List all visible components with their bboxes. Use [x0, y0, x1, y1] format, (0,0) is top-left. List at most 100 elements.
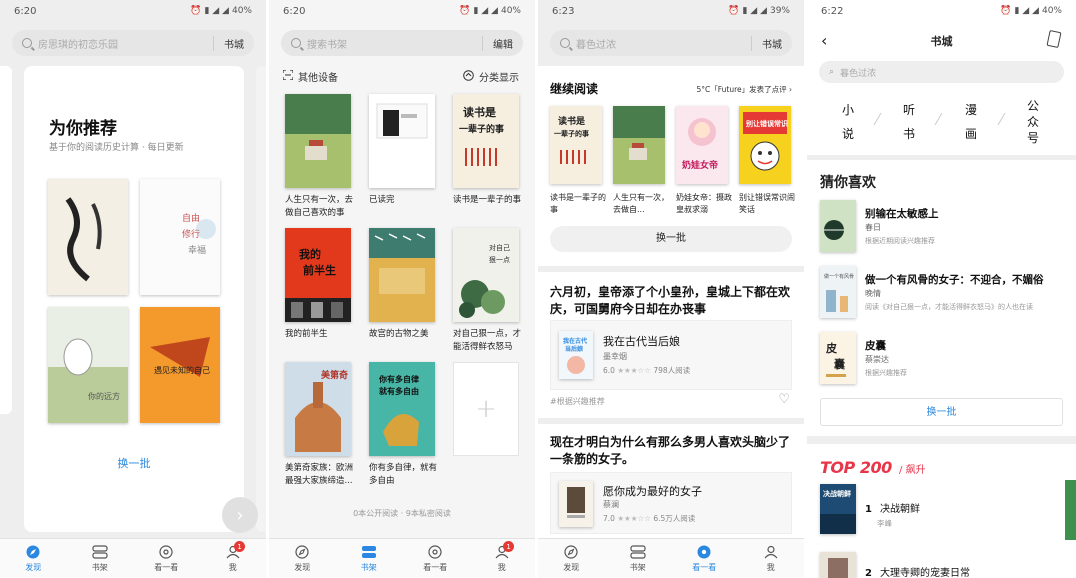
- discover-screen: 6:20 ⏰ ▮ ◢ ◢ 40% 房思琪的初恋乐园 书城 为你推荐 基于你的阅读…: [0, 0, 266, 578]
- top200-logo: TOP 200: [820, 458, 892, 477]
- book-cover: 我的 前半生: [285, 228, 351, 322]
- rating-stars: ★★★☆☆: [617, 366, 651, 375]
- shelf-footer-stats: 0本公开阅读 · 9本私密阅读: [353, 509, 451, 518]
- tab-bookshelf[interactable]: 书架: [67, 539, 134, 578]
- book-cover: [285, 94, 351, 188]
- tab-discover[interactable]: 发现: [269, 539, 336, 578]
- book-title: 我的前半生: [285, 329, 328, 339]
- refresh-button[interactable]: 换一批: [24, 455, 244, 471]
- story-book-card[interactable]: 愿你成为最好的女子 蔡澜 7.0 ★★★☆☆ 6.5万人阅读: [550, 472, 792, 534]
- category-display-button[interactable]: 分类显示: [463, 69, 519, 84]
- guess-item[interactable]: 别输在太敏感上 春日 根据近期阅读兴趣推荐: [807, 200, 1076, 258]
- tab-look[interactable]: 看一看: [402, 539, 469, 578]
- chevron-right-icon[interactable]: ›: [222, 497, 258, 533]
- search-placeholder: 暮色过浓: [840, 68, 877, 79]
- edge-peek: [1065, 480, 1076, 540]
- rating-value: 6.0: [603, 366, 615, 375]
- rank-number: 2: [865, 568, 872, 578]
- heart-icon[interactable]: ♡: [778, 392, 790, 407]
- book-title: 你有多自律，就有多自由: [369, 463, 438, 486]
- svg-text:自由: 自由: [182, 212, 200, 224]
- tab-bookshelf[interactable]: 书架: [605, 539, 672, 578]
- book-title: 别输在太敏感上: [865, 208, 939, 220]
- next-card-peek[interactable]: [256, 66, 266, 532]
- search-icon: [560, 38, 570, 48]
- story-excerpt: 现在才明白为什么有那么多男人喜欢头脑少了一条筋的女子。: [550, 435, 791, 466]
- comment-note[interactable]: 5°C「Future」发表了点评 ›: [696, 84, 792, 95]
- tab-me[interactable]: 我 1: [200, 539, 267, 578]
- book-cover[interactable]: 你的远方: [48, 307, 128, 423]
- other-devices-label: 其他设备: [298, 73, 338, 84]
- tab-discover[interactable]: 发现: [0, 539, 67, 578]
- svg-text:幸福: 幸福: [188, 244, 206, 256]
- previous-card-peek[interactable]: [0, 66, 12, 414]
- book-title: 故宫的古物之美: [369, 329, 429, 339]
- category-comic[interactable]: 漫画: [964, 98, 978, 146]
- story-card[interactable]: 现在才明白为什么有那么多男人喜欢头脑少了一条筋的女子。 愿你成为最好的女子 蔡澜…: [538, 424, 804, 538]
- tab-bar: 发现 书架 看一看 我: [538, 538, 804, 578]
- bookstore-screen: 6:22 ⏰ ▮ ◢ ◢ 40% ‹ 书城 ⌕ 暮色过浓 小说 听书 漫画 公众…: [807, 0, 1076, 578]
- search-bar[interactable]: 暮色过浓 书城: [550, 30, 792, 56]
- tab-label: 发现: [294, 563, 311, 572]
- bookstore-link[interactable]: 书城: [213, 35, 244, 51]
- bookshelf-icon: [92, 544, 108, 560]
- story-book-title: 我在古代当后娘: [603, 335, 680, 348]
- book-cover[interactable]: 自由 修行 幸福: [140, 179, 220, 295]
- bookstore-link[interactable]: 书城: [751, 35, 782, 51]
- tab-me[interactable]: 我: [738, 539, 805, 578]
- tab-look[interactable]: 看一看: [133, 539, 200, 578]
- svg-text:你的远方: 你的远方: [88, 391, 120, 401]
- bookshelf-screen: 6:20 ⏰ ▮ ◢ ◢ 40% 搜索书架 编辑 其他设备 分类显示 人生只有一…: [269, 0, 535, 578]
- rating-stars: ★★★☆☆: [617, 514, 651, 523]
- cover-art: 决战朝鲜: [820, 489, 856, 534]
- tab-bookshelf[interactable]: 书架: [336, 539, 403, 578]
- top200-panel: TOP 200 / 飙升 决战朝鲜 1 决战朝鲜 李峰 2 大理寺卿的宠妻日常: [807, 444, 1076, 578]
- story-book-card[interactable]: 我在古代 当后娘 我在古代当后娘 墨幸烟 6.0 ★★★☆☆ 798人阅读: [550, 320, 792, 390]
- ranking-item[interactable]: 2 大理寺卿的宠妻日常: [807, 552, 1076, 578]
- page-title: 书城: [930, 35, 953, 48]
- status-bar: 6:22 ⏰ ▮ ◢ ◢ 40%: [807, 0, 1076, 22]
- tab-label: 书架: [629, 563, 646, 572]
- cover-art: 我在古代当后娘: [563, 337, 587, 374]
- reader-count: 798人阅读: [653, 366, 691, 375]
- edit-button[interactable]: 编辑: [482, 35, 513, 51]
- tab-label: 看一看: [692, 563, 717, 572]
- rank-book-title: 大理寺卿的宠妻日常: [879, 568, 970, 578]
- category-audio[interactable]: 听书: [902, 98, 916, 146]
- story-card[interactable]: 六月初，皇帝添了个小皇孙，皇城上下都在欢庆，可国舅府今日却在办丧事 我在古代 当后…: [538, 272, 804, 418]
- search-bar[interactable]: 房思琪的初恋乐园 书城: [12, 30, 254, 56]
- ranking-item[interactable]: 决战朝鲜 1 决战朝鲜 李峰: [807, 484, 1076, 534]
- search-placeholder: 暮色过浓: [576, 39, 616, 51]
- rising-label[interactable]: / 飙升: [899, 461, 926, 476]
- other-devices-button[interactable]: 其他设备: [282, 69, 338, 84]
- bookshelf-icon: [361, 544, 377, 560]
- category-display-label: 分类显示: [479, 73, 519, 84]
- search-bar[interactable]: ⌕ 暮色过浓: [819, 61, 1064, 83]
- book-cover: 读书是 一辈子的事: [453, 94, 519, 188]
- guess-item[interactable]: 做一个有风骨 做一个有风骨的女子：不迎合，不媚俗 晚情 阅读《对自己狠一点，才能…: [807, 266, 1076, 324]
- search-bar[interactable]: 搜索书架 编辑: [281, 30, 523, 56]
- battery-level: 40%: [231, 6, 252, 16]
- flower-icon: [158, 544, 174, 560]
- book-cover: 别让错误常识: [739, 106, 791, 184]
- category-official-account[interactable]: 公众号: [1026, 98, 1040, 146]
- tab-label: 书架: [360, 563, 377, 572]
- tab-me[interactable]: 我 1: [469, 539, 536, 578]
- book-cover[interactable]: 遇见未知的自己: [140, 307, 220, 423]
- tab-label: 我: [228, 563, 237, 572]
- person-icon: [763, 544, 779, 560]
- category-novel[interactable]: 小说: [841, 98, 855, 146]
- book-author: 蔡崇达: [865, 355, 889, 364]
- guess-you-like-panel: 猜你喜欢 别输在太敏感上 春日 根据近期阅读兴趣推荐 做一个有风骨 做一个有风骨…: [807, 160, 1076, 436]
- add-book-button[interactable]: +: [453, 362, 519, 456]
- tab-discover[interactable]: 发现: [538, 539, 605, 578]
- tab-look[interactable]: 看一看: [671, 539, 738, 578]
- book-cover: 决战朝鲜: [820, 484, 856, 534]
- book-title: 人生只有一次，去做自己喜欢的事: [285, 195, 354, 218]
- guess-item[interactable]: 皮囊 皮囊 蔡崇达 根据兴趣推荐: [807, 332, 1076, 390]
- book-cover[interactable]: [48, 179, 128, 295]
- refresh-button[interactable]: 换一批: [820, 398, 1063, 426]
- book-title: 对自己狠一点，才能活得鲜衣怒马: [453, 329, 522, 352]
- recommend-card: 为你推荐 基于你的阅读历史计算 · 每日更新 自由 修行 幸福 你的远方 遇见未知的…: [24, 66, 244, 532]
- refresh-button[interactable]: 换一批: [550, 226, 792, 252]
